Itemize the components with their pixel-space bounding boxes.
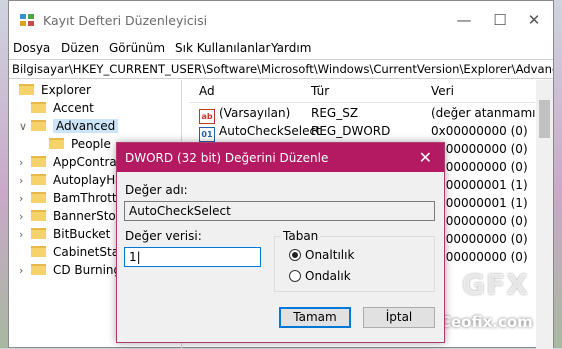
title-bar: Kayıt Defteri Düzenleyicisi — ☐ ✕ [9,1,553,39]
radio-hexadecimal[interactable]: Onaltılık [289,247,354,263]
folder-icon [31,156,46,167]
value-name-cell: ab (Varsayılan) [199,104,290,124]
folder-icon [31,228,46,239]
value-data-input[interactable]: 1| [124,247,261,267]
folder-icon [31,102,46,113]
value-data-cell: (değer atanmamış) [431,106,547,120]
value-data-cell: 0x00000001 (1) [431,196,528,210]
menu-help[interactable]: Yardım [271,41,311,55]
tree-item-bannerstore[interactable]: BannerStore [31,207,128,226]
tree-item-cdburning[interactable]: CD Burning [31,261,121,280]
folder-open-icon [31,120,46,131]
folder-icon [19,84,34,95]
window-title: Kayıt Defteri Düzenleyicisi [43,13,208,28]
folder-icon [31,210,46,221]
column-type-header[interactable]: Tür [311,84,329,98]
chevron-right-icon[interactable]: › [19,174,23,187]
edit-dword-dialog: DWORD (32 bit) Değerini Düzenle ✕ Değer … [116,142,445,343]
chevron-right-icon[interactable]: › [19,228,23,241]
value-data-cell: 0x00000000 (0) [431,142,528,156]
chevron-right-icon[interactable]: › [19,210,23,223]
tree-item-bitbucket[interactable]: BitBucket [31,225,110,244]
ok-button[interactable]: Tamam [279,307,351,328]
menu-view[interactable]: Görünüm [109,41,165,55]
value-data-cell: 0x00000000 (0) [431,124,528,138]
dialog-title-bar: DWORD (32 bit) Değerini Düzenle ✕ [117,143,444,172]
maximize-icon[interactable]: ☐ [491,11,509,29]
minimize-icon[interactable]: — [455,11,473,29]
tree-item-advanced[interactable]: Advanced [31,117,119,136]
cancel-button[interactable]: İptal [363,307,435,328]
list-header: Ad Tür Veri [189,80,535,103]
value-type-cell: REG_SZ [311,106,359,120]
tree-item-explorer[interactable]: Explorer [19,81,91,100]
scrollbar-thumb[interactable] [539,100,550,138]
watermark-site: Ceofix.com [440,313,533,331]
chevron-right-icon[interactable]: › [19,156,23,169]
value-name-cell: 01 AutoCheckSelect [199,122,321,142]
watermark-logo: GFX [462,268,529,301]
base-groupbox-title: Taban [281,229,321,243]
menu-file[interactable]: Dosya [13,41,50,55]
value-name-label: Değer adı: [125,183,188,197]
column-data-header[interactable]: Veri [431,84,454,98]
close-icon[interactable]: ✕ [525,11,543,29]
close-icon[interactable]: ✕ [419,148,432,167]
folder-icon [31,192,46,203]
folder-icon [31,264,46,275]
chevron-right-icon[interactable]: › [19,264,23,277]
dialog-title: DWORD (32 bit) Değerini Düzenle [125,151,329,165]
menu-favorites[interactable]: Sık Kullanılanlar [175,41,270,55]
vertical-scrollbar[interactable] [536,80,553,349]
column-name-header[interactable]: Ad [199,84,215,98]
folder-icon [49,138,64,149]
menu-bar: Dosya Düzen Görünüm Sık Kullanılanlar Ya… [9,39,553,59]
base-groupbox: Taban Onaltılık Ondalık [274,229,435,292]
value-type-cell: REG_DWORD [311,124,391,138]
tree-item-people[interactable]: People [49,135,111,154]
address-bar[interactable]: Bilgisayar\HKEY_CURRENT_USER\Software\Mi… [9,59,553,79]
value-data-cell: 0x00000000 (0) [431,160,528,174]
registry-editor-icon [20,14,34,26]
radio-decimal[interactable]: Ondalık [289,268,351,284]
value-name-field: AutoCheckSelect [124,201,435,221]
tree-item-accent[interactable]: Accent [31,99,94,118]
value-data-label: Değer verisi: [125,229,202,243]
tree-item-appcontract[interactable]: AppContract [31,153,128,172]
radio-checked-icon[interactable] [289,249,301,261]
chevron-right-icon[interactable]: › [19,192,23,205]
menu-edit[interactable]: Düzen [61,41,99,55]
folder-icon [31,174,46,185]
value-data-cell: 0x00000000 (0) [431,214,528,228]
chevron-down-icon[interactable]: ∨ [19,120,27,133]
value-data-cell: 0x00000000 (0) [431,232,528,246]
radio-unchecked-icon[interactable] [289,270,301,282]
value-data-cell: 0x00000001 (1) [431,178,528,192]
list-row[interactable]: ab (Varsayılan) REG_SZ (değer atanmamış) [189,104,546,124]
folder-icon [31,246,46,257]
value-data-cell: 0x00000000 (0) [431,250,528,264]
list-row[interactable]: 01 AutoCheckSelect REG_DWORD 0x00000000 (… [189,122,535,142]
